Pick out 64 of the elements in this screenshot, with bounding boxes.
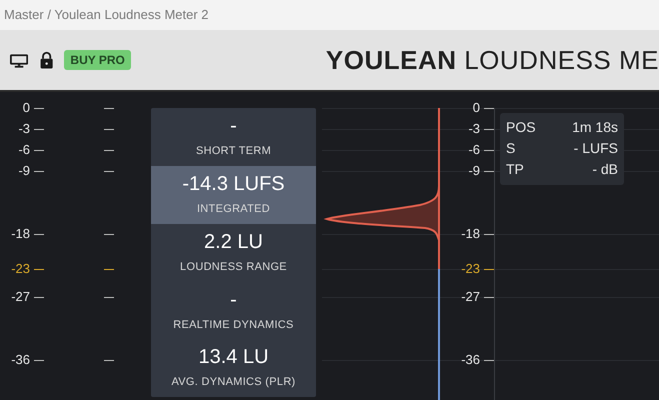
info-key: TP [506, 160, 524, 178]
stat-section[interactable]: 2.2 LU LOUDNESS RANGE [151, 224, 316, 282]
tick-mark [34, 297, 44, 298]
tick-mark [484, 297, 494, 298]
tick-mark [104, 269, 114, 270]
stat-section[interactable]: - REALTIME DYNAMICS [151, 281, 316, 340]
info-key: S [506, 139, 516, 157]
scale-label: -23 [10, 261, 30, 277]
tick-mark [34, 234, 44, 235]
scale-label: -27 [10, 289, 30, 305]
stat-label: AVG. DYNAMICS (PLR) [171, 375, 296, 390]
scale-label: -3 [467, 121, 480, 137]
tick-mark [104, 360, 114, 361]
buy-pro-button[interactable]: BUY PRO [64, 50, 131, 70]
scale-label: -18 [10, 226, 30, 242]
stat-section[interactable]: 13.4 LU AVG. DYNAMICS (PLR) [151, 339, 316, 397]
scale-label: -6 [17, 142, 30, 158]
scale-label: -9 [467, 163, 480, 179]
tick-mark [104, 234, 114, 235]
stat-value: - [230, 288, 237, 312]
info-value: - dB [592, 160, 618, 178]
stat-section[interactable]: -14.3 LUFS INTEGRATED [151, 166, 316, 224]
scale-label: -6 [467, 142, 480, 158]
tick-mark [104, 108, 114, 109]
scale-label: 0 [22, 100, 30, 116]
brand-title: YOULEAN LOUDNESS ME [326, 44, 659, 76]
stat-value: 13.4 LU [198, 345, 269, 370]
stat-label: LOUDNESS RANGE [180, 260, 287, 275]
window-title: Master / Youlean Loudness Meter 2 [4, 6, 209, 24]
scale-label: 0 [472, 100, 480, 116]
tick-mark [34, 360, 44, 361]
scale-label: -18 [460, 226, 480, 242]
tick-mark [484, 360, 494, 361]
scale-label: -23 [460, 261, 480, 277]
tick-mark [484, 150, 494, 151]
scale-label: -36 [10, 352, 30, 368]
tick-mark [484, 269, 494, 270]
scale-label: -36 [460, 352, 480, 368]
tick-mark [484, 171, 494, 172]
tick-mark [34, 269, 44, 270]
tick-mark [104, 297, 114, 298]
tick-mark [104, 150, 114, 151]
stat-value: - [230, 114, 237, 138]
scale-label: -9 [17, 163, 30, 179]
scale-label: -3 [17, 121, 30, 137]
tick-mark [34, 108, 44, 109]
stat-value: 2.2 LU [204, 230, 263, 254]
tick-mark [34, 171, 44, 172]
info-key: POS [506, 118, 536, 136]
info-value: - LUFS [574, 139, 618, 157]
tick-mark [484, 234, 494, 235]
tick-mark [104, 171, 114, 172]
stat-label: SHORT TERM [196, 144, 272, 160]
stat-value: -14.3 LUFS [182, 172, 285, 196]
stat-label: INTEGRATED [196, 202, 270, 217]
info-value: 1m 18s [572, 118, 618, 136]
tick-mark [104, 129, 114, 130]
tick-mark [484, 129, 494, 130]
tick-mark [484, 108, 494, 109]
tick-mark [34, 150, 44, 151]
tick-mark [34, 129, 44, 130]
scale-label: -27 [460, 289, 480, 305]
stat-label: REALTIME DYNAMICS [173, 318, 294, 333]
stat-section[interactable]: - SHORT TERM [151, 108, 316, 166]
